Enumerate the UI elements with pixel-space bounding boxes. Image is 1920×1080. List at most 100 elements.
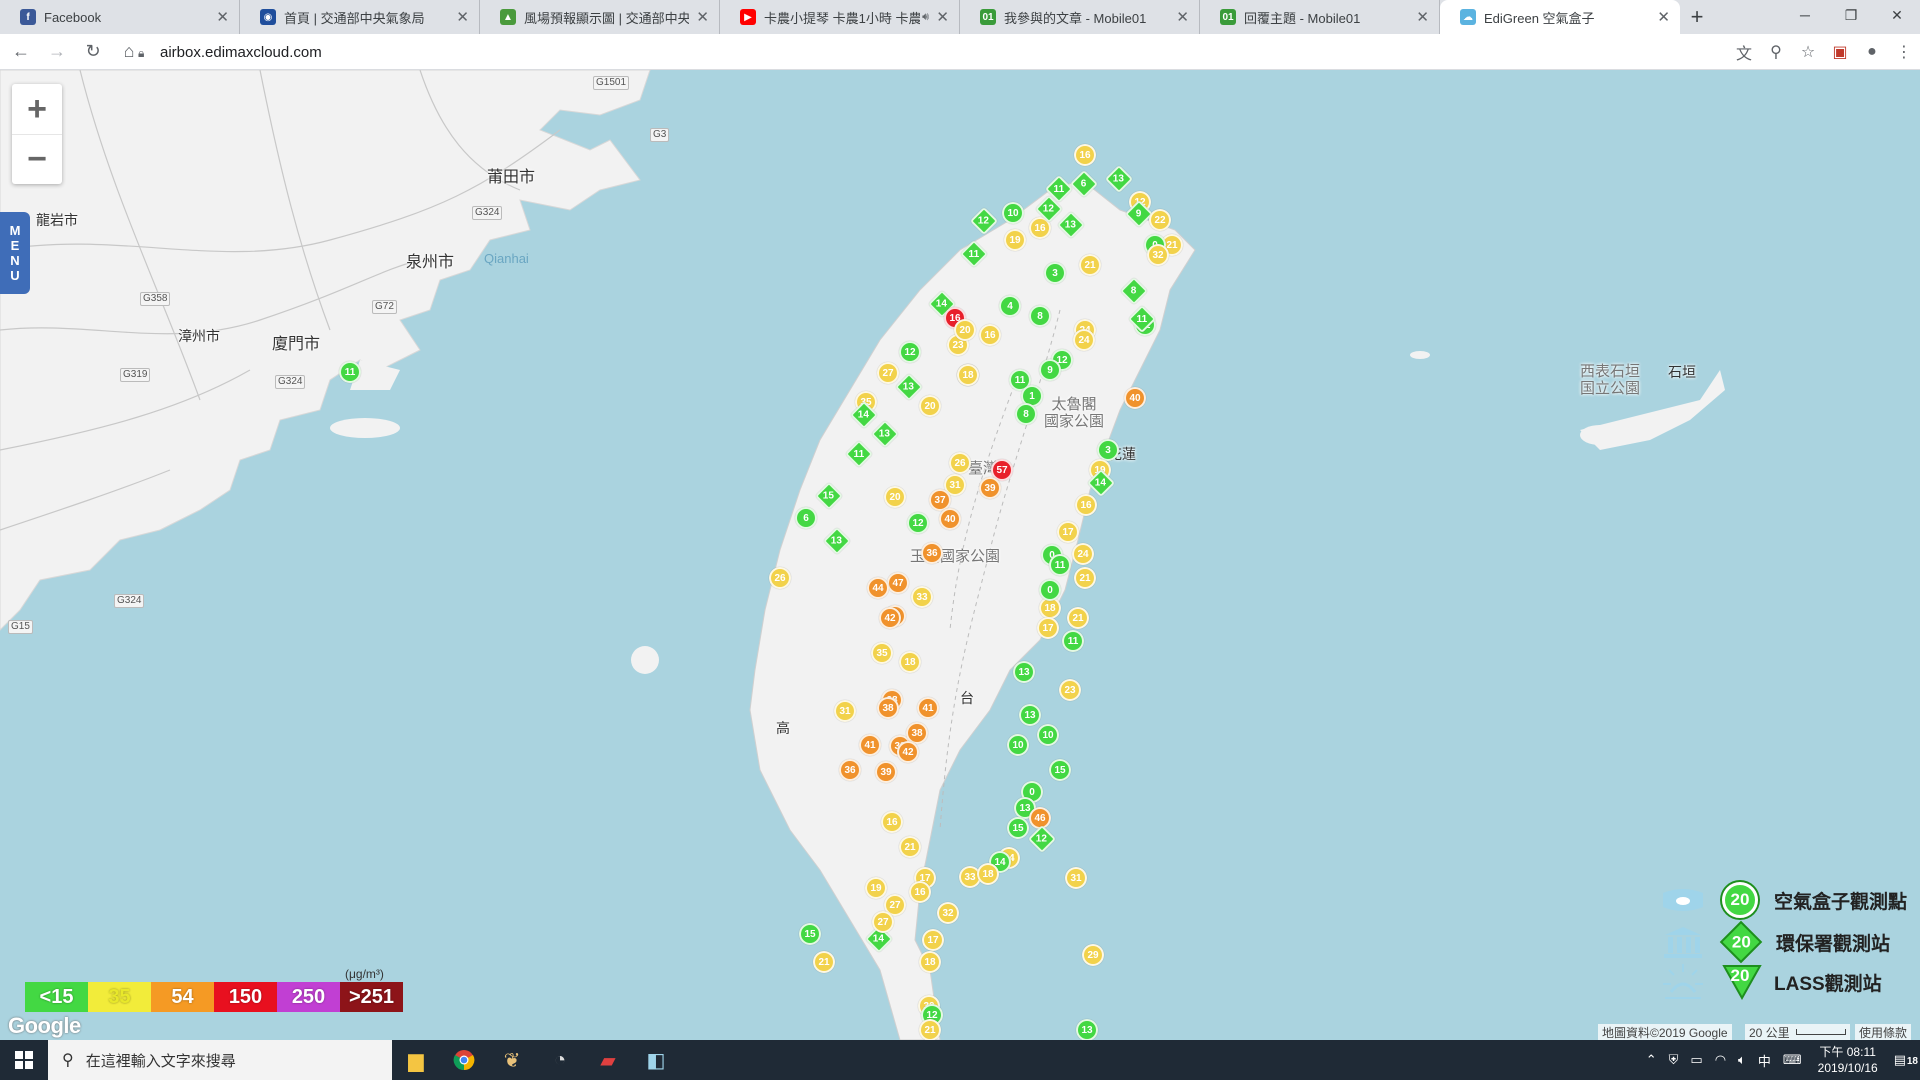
- back-icon[interactable]: ←: [6, 37, 36, 67]
- air-quality-marker[interactable]: 3: [1044, 262, 1066, 284]
- air-quality-marker[interactable]: 47: [887, 572, 909, 594]
- air-quality-marker[interactable]: 19: [865, 877, 887, 899]
- air-quality-marker[interactable]: 8: [1029, 305, 1051, 327]
- air-quality-marker[interactable]: 39: [875, 761, 897, 783]
- air-quality-marker[interactable]: 21: [1079, 254, 1101, 276]
- air-quality-marker[interactable]: 3: [1097, 439, 1119, 461]
- security-icon[interactable]: ⛨: [1663, 1052, 1685, 1068]
- app-icon[interactable]: ▰: [584, 1040, 632, 1080]
- extension-icon[interactable]: ▣: [1824, 36, 1856, 68]
- browser-tab[interactable]: ▶ 卡農小提琴 卡農1小時 卡農C 🔊︎ ✕: [720, 0, 960, 34]
- zoom-icon[interactable]: ⚲: [1760, 36, 1792, 68]
- air-quality-marker[interactable]: 32: [1147, 244, 1169, 266]
- air-quality-marker[interactable]: 42: [879, 607, 901, 629]
- tab-close-icon[interactable]: ✕: [1657, 8, 1670, 26]
- volume-icon[interactable]: 🔈︎: [1732, 1052, 1752, 1068]
- bookmark-star-icon[interactable]: ☆: [1792, 36, 1824, 68]
- air-quality-marker[interactable]: 16: [1074, 144, 1096, 166]
- air-quality-marker[interactable]: 12: [907, 512, 929, 534]
- air-quality-marker[interactable]: 18: [919, 951, 941, 973]
- browser-tab[interactable]: 01 回覆主題 - Mobile01 ✕: [1200, 0, 1440, 34]
- terms-link[interactable]: 使用條款: [1855, 1024, 1912, 1040]
- map-view[interactable]: 莆田市 泉州市 廈門市 漳州市 龍岩市 Qianhai 石垣 西表石垣 国立公園…: [0, 70, 1920, 1040]
- browser-tab[interactable]: ▲ 風場預報顯示圖 | 交通部中央氣象局 ✕: [480, 0, 720, 34]
- air-quality-marker[interactable]: 6: [795, 507, 817, 529]
- zoom-out-button[interactable]: −: [12, 134, 62, 184]
- air-quality-marker[interactable]: 18: [957, 364, 979, 386]
- air-quality-marker[interactable]: 16: [1075, 494, 1097, 516]
- air-quality-marker[interactable]: 13: [1013, 661, 1035, 683]
- air-quality-marker[interactable]: 27: [877, 362, 899, 384]
- restore-button[interactable]: ❐: [1828, 0, 1874, 30]
- air-quality-marker[interactable]: 33: [911, 586, 933, 608]
- tab-close-icon[interactable]: ✕: [456, 8, 469, 26]
- air-quality-marker[interactable]: 20: [884, 486, 906, 508]
- air-quality-marker[interactable]: 0: [1039, 579, 1061, 601]
- air-quality-marker[interactable]: 13: [1019, 704, 1041, 726]
- tab-close-icon[interactable]: ✕: [1176, 8, 1189, 26]
- air-quality-marker[interactable]: 24: [1073, 329, 1095, 351]
- air-quality-marker[interactable]: 36: [921, 542, 943, 564]
- air-quality-marker[interactable]: 15: [1007, 817, 1029, 839]
- air-quality-marker[interactable]: 10: [1007, 734, 1029, 756]
- air-quality-marker[interactable]: 21: [919, 1019, 941, 1040]
- air-quality-marker[interactable]: 12: [899, 341, 921, 363]
- air-quality-marker[interactable]: 26: [769, 567, 791, 589]
- air-quality-marker[interactable]: 18: [899, 651, 921, 673]
- air-quality-marker[interactable]: 20: [954, 319, 976, 341]
- forward-icon[interactable]: →: [42, 37, 72, 67]
- air-quality-marker[interactable]: 15: [799, 923, 821, 945]
- air-quality-marker[interactable]: 13: [1076, 1019, 1098, 1040]
- air-quality-marker[interactable]: 41: [859, 734, 881, 756]
- tab-close-icon[interactable]: ✕: [1416, 8, 1429, 26]
- zoom-in-button[interactable]: +: [12, 84, 62, 134]
- browser-tab[interactable]: f Facebook ✕: [0, 0, 240, 34]
- chevron-up-icon[interactable]: ⌃: [1640, 1052, 1663, 1068]
- browser-tab[interactable]: ◉ 首頁 | 交通部中央氣象局 ✕: [240, 0, 480, 34]
- air-quality-marker[interactable]: 39: [979, 477, 1001, 499]
- air-quality-marker[interactable]: 8: [1015, 403, 1037, 425]
- air-quality-marker[interactable]: 32: [937, 902, 959, 924]
- air-quality-marker[interactable]: 26: [949, 452, 971, 474]
- air-quality-marker[interactable]: 41: [917, 697, 939, 719]
- ime-indicator[interactable]: 中: [1752, 1051, 1777, 1070]
- file-explorer-icon[interactable]: ▆: [392, 1040, 440, 1080]
- notification-icon[interactable]: ▤ 18: [1888, 1052, 1920, 1068]
- keyboard-icon[interactable]: ⌨: [1777, 1052, 1808, 1068]
- audio-playing-icon[interactable]: 🔊︎: [922, 11, 929, 24]
- air-quality-marker[interactable]: 31: [834, 700, 856, 722]
- windows-start-icon[interactable]: [0, 1040, 48, 1080]
- tab-close-icon[interactable]: ✕: [936, 8, 949, 26]
- taskbar-search-input[interactable]: ⚲ 在這裡輸入文字來搜尋: [48, 1040, 392, 1080]
- air-quality-marker[interactable]: 19: [1004, 229, 1026, 251]
- air-quality-marker[interactable]: 9: [1039, 359, 1061, 381]
- air-quality-marker[interactable]: 11: [339, 361, 361, 383]
- air-quality-marker[interactable]: 42: [897, 741, 919, 763]
- minimize-button[interactable]: ─: [1782, 0, 1828, 30]
- air-quality-marker[interactable]: 36: [839, 759, 861, 781]
- air-quality-marker[interactable]: 16: [881, 811, 903, 833]
- battery-icon[interactable]: ▭: [1684, 1052, 1708, 1068]
- air-quality-marker[interactable]: 10: [1002, 202, 1024, 224]
- air-quality-marker[interactable]: 22: [1149, 209, 1171, 231]
- browser-tab[interactable]: 01 我參與的文章 - Mobile01 ✕: [960, 0, 1200, 34]
- air-quality-marker[interactable]: 29: [1082, 944, 1104, 966]
- air-quality-marker[interactable]: 40: [1124, 387, 1146, 409]
- new-tab-button[interactable]: +: [1680, 0, 1714, 34]
- app-icon[interactable]: ❦: [488, 1040, 536, 1080]
- air-quality-marker[interactable]: 21: [1067, 607, 1089, 629]
- wifi-icon[interactable]: ◠: [1709, 1052, 1732, 1068]
- air-quality-marker[interactable]: 17: [1037, 617, 1059, 639]
- tab-close-icon[interactable]: ✕: [216, 8, 229, 26]
- air-quality-marker[interactable]: 18: [977, 863, 999, 885]
- air-quality-marker[interactable]: 10: [1037, 724, 1059, 746]
- air-quality-marker[interactable]: 16: [979, 324, 1001, 346]
- air-quality-marker[interactable]: 27: [872, 911, 894, 933]
- reload-icon[interactable]: ↻: [78, 37, 108, 67]
- air-quality-marker[interactable]: 16: [909, 881, 931, 903]
- air-quality-marker[interactable]: 4: [999, 295, 1021, 317]
- air-quality-marker[interactable]: 38: [877, 697, 899, 719]
- air-quality-marker[interactable]: 24: [1072, 543, 1094, 565]
- air-quality-marker[interactable]: 21: [813, 951, 835, 973]
- browser-tab[interactable]: ☁ EdiGreen 空氣盒子 ✕: [1440, 0, 1680, 34]
